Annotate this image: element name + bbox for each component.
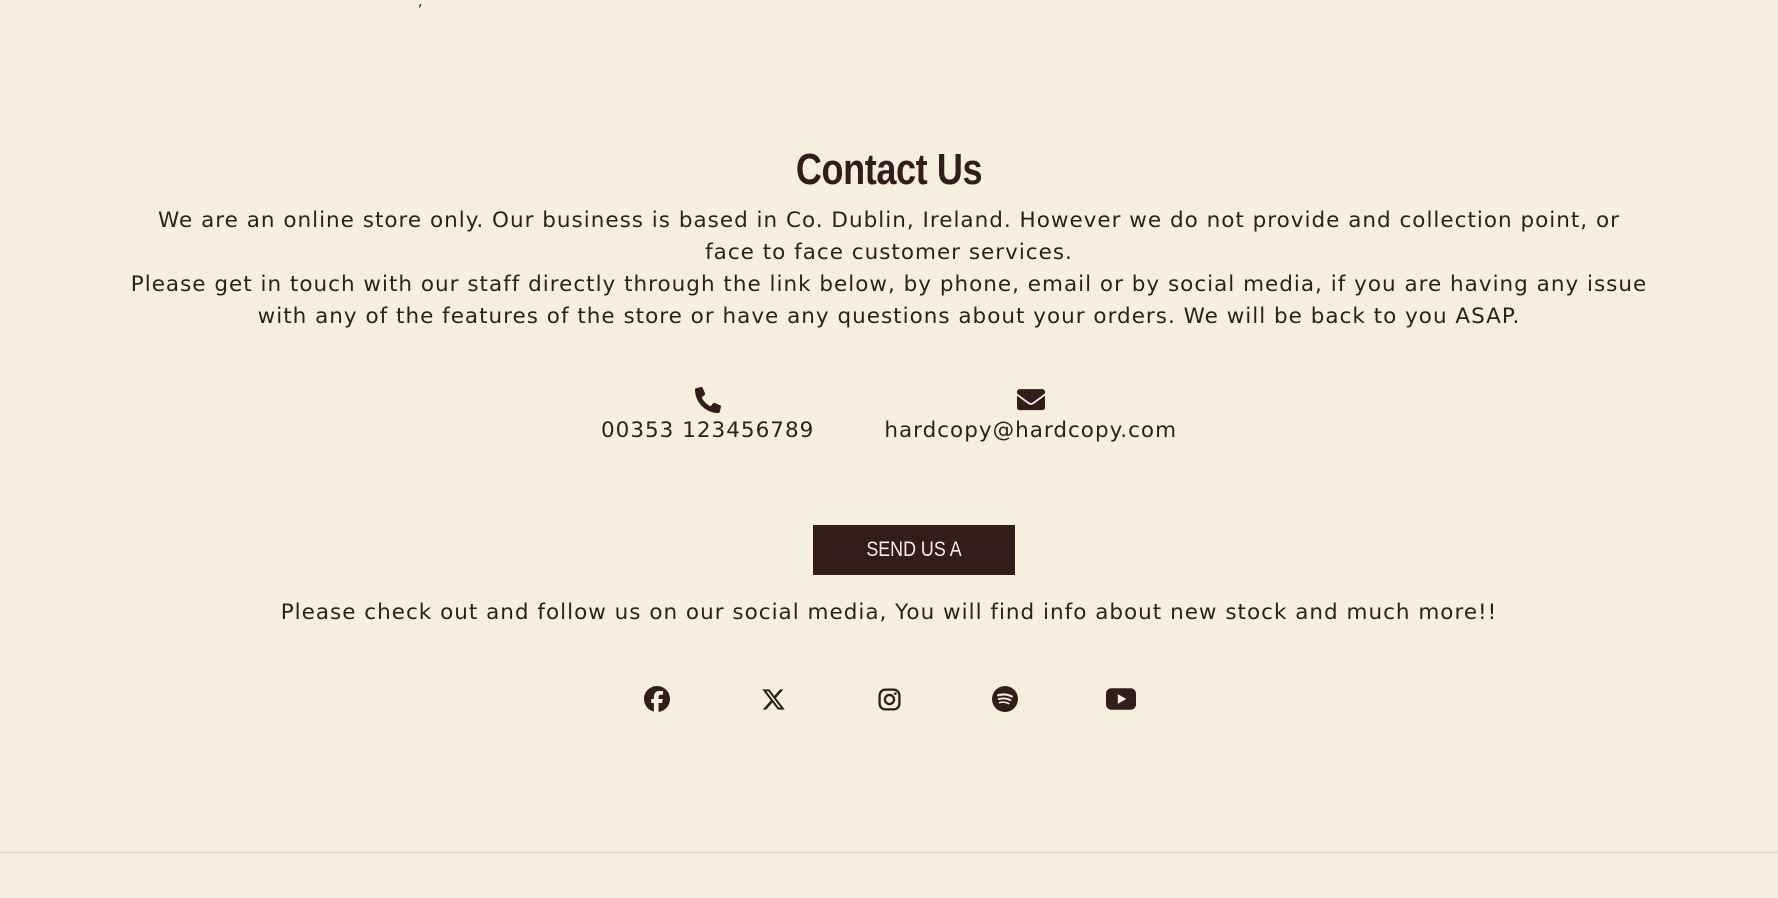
contact-intro: We are an online store only. Our busines… <box>130 205 1648 333</box>
intro-paragraph-2: Please get in touch with our staff direc… <box>130 272 1648 329</box>
intro-paragraph-1: We are an online store only. Our busines… <box>158 208 1620 265</box>
phone-link[interactable]: 00353 123456789 <box>601 415 814 447</box>
email-contact: hardcopy@hardcopy.com <box>884 385 1177 447</box>
contact-methods: 00353 123456789 hardcopy@hardcopy.com <box>0 385 1778 447</box>
youtube-icon[interactable] <box>1063 682 1179 716</box>
send-message-button[interactable]: SEND US A MESSAGE <box>813 525 1015 611</box>
email-link[interactable]: hardcopy@hardcopy.com <box>884 415 1177 447</box>
instagram-icon[interactable] <box>831 682 947 716</box>
x-icon[interactable] <box>715 682 831 716</box>
social-follow-text: Please check out and follow us on our so… <box>280 600 1498 625</box>
phone-icon <box>694 385 721 415</box>
top-fragment: , <box>418 0 423 10</box>
facebook-icon[interactable] <box>599 682 715 716</box>
page-title: Contact Us <box>795 145 983 194</box>
footer-divider <box>0 852 1778 853</box>
envelope-icon <box>1016 385 1045 415</box>
social-links <box>0 682 1778 716</box>
spotify-icon[interactable] <box>947 682 1063 716</box>
phone-contact: 00353 123456789 <box>601 385 814 447</box>
